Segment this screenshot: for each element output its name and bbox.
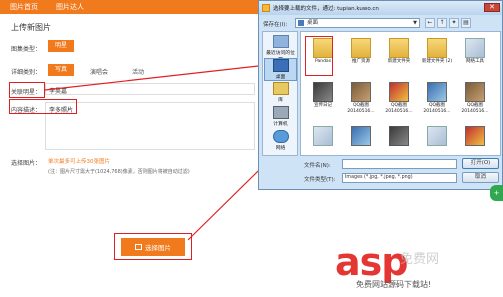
open-button[interactable]: 打开(O) — [462, 158, 499, 169]
highlight-desc — [9, 99, 77, 114]
detail-option-event[interactable]: 活动 — [132, 67, 144, 76]
lookin-label: 保存在(I): — [263, 22, 288, 28]
image-thumbnail — [313, 126, 333, 146]
new-folder-icon[interactable]: ✦ — [449, 18, 459, 28]
page-title: 上传新图片 — [11, 23, 51, 32]
place-computer[interactable]: 计算机 — [264, 106, 297, 127]
desktop-icon — [272, 59, 289, 72]
image-thumbnail — [427, 126, 447, 146]
select-image-button[interactable]: 选择图片 — [121, 238, 185, 256]
close-button[interactable]: ✕ — [484, 3, 500, 12]
file-item-thumb-c[interactable] — [383, 126, 415, 147]
back-icon[interactable]: ← — [425, 18, 435, 28]
watermark-cn: 免费网 — [400, 252, 440, 267]
places-bar: 最近访问的位置 桌面 库 计算机 网络 — [262, 31, 298, 156]
type-label: 图集类型： — [11, 46, 42, 53]
computer-icon — [272, 106, 289, 119]
watermark-logo: asp — [335, 240, 408, 284]
image-thumbnail — [427, 82, 447, 102]
size-note: (注：图片尺寸需大于(1024,768)像素，否则图片将被自动过滤) — [48, 169, 190, 175]
chevron-down-icon: ▼ — [413, 20, 417, 26]
folder-icon — [427, 38, 447, 58]
file-item-diary[interactable]: 宣传日记 — [307, 82, 339, 109]
watermark-tagline: 免费网站源码下载站! — [356, 280, 432, 289]
recent-icon — [272, 35, 289, 48]
file-item-new-folder-2[interactable]: 新建文件夹 (2) — [421, 38, 453, 65]
file-item-qq-shot-2[interactable]: QQ截图 20140516... — [383, 82, 415, 114]
file-item-net-tools[interactable]: 网络工具 — [459, 38, 491, 65]
detail-option-photo[interactable]: 写真 — [48, 64, 74, 76]
image-thumbnail — [313, 82, 333, 102]
upload-limit-hint: 单次最多可上传30张图片 — [48, 159, 110, 165]
file-item-qq-shot-4[interactable]: QQ截图 20140516... — [459, 82, 491, 114]
folder-icon — [351, 38, 371, 58]
file-item-new-folder[interactable]: 新建文件夹 — [383, 38, 415, 65]
filename-input[interactable] — [342, 159, 457, 169]
dialog-title-bar: 选择要上载的文件，通过: tupian.kuwo.cn ✕ — [259, 1, 502, 15]
cancel-button[interactable]: 取消 — [462, 172, 499, 183]
lookin-combo[interactable]: 桌面 ▼ — [295, 18, 420, 28]
side-plus-badge[interactable]: + — [490, 185, 503, 201]
place-library[interactable]: 库 — [264, 82, 297, 103]
image-thumbnail — [465, 82, 485, 102]
star-input[interactable]: 李昊嘉 — [45, 83, 255, 95]
place-network[interactable]: 网络 — [264, 130, 297, 151]
file-item-thumb-b[interactable] — [345, 126, 377, 147]
library-icon — [272, 82, 289, 95]
network-icon — [272, 130, 289, 143]
file-item-thumb-d[interactable] — [421, 126, 453, 147]
nav-item-photo-experts[interactable]: 图片达人 — [56, 2, 84, 12]
image-thumbnail — [389, 126, 409, 146]
image-thumbnail — [465, 126, 485, 146]
file-open-dialog: 选择要上载的文件，通过: tupian.kuwo.cn ✕ 保存在(I): 桌面… — [258, 0, 503, 190]
dialog-title: 选择要上载的文件，通过: tupian.kuwo.cn — [273, 6, 379, 12]
app-icon — [262, 4, 270, 12]
image-thumbnail — [389, 82, 409, 102]
image-thumbnail — [351, 126, 371, 146]
view-menu-icon[interactable]: ▤ — [461, 18, 471, 28]
image-label: 选择图片： — [11, 160, 42, 167]
highlight-star-label — [9, 82, 45, 98]
picture-icon — [135, 244, 142, 250]
filetype-select[interactable]: Images (*.jpg, *.jpeg, *.png) — [342, 173, 457, 183]
desktop-icon — [298, 20, 304, 26]
detail-label: 详细类别： — [11, 69, 42, 76]
type-star-button[interactable]: 明星 — [48, 40, 74, 52]
filename-label: 文件名(N): — [304, 163, 331, 169]
file-item-qq-shot-3[interactable]: QQ截图 20140516... — [421, 82, 453, 114]
file-item-thumb-e[interactable] — [459, 126, 491, 147]
folder-icon — [389, 38, 409, 58]
place-desktop[interactable]: 桌面 — [264, 58, 297, 81]
file-item-qq-shot-1[interactable]: QQ截图 20140516... — [345, 82, 377, 114]
file-item-promo[interactable]: 推广资源 — [345, 38, 377, 65]
file-item-thumb-a[interactable] — [307, 126, 339, 147]
filetype-label: 文件类型(T): — [304, 177, 336, 183]
image-thumbnail — [351, 82, 371, 102]
shortcut-icon — [465, 38, 485, 58]
up-folder-icon[interactable]: ↑ — [437, 18, 447, 28]
file-list: Pandas 推广资源 新建文件夹 新建文件夹 (2) 网络工具 宣传日记 QQ… — [300, 31, 501, 156]
nav-item-photo-home[interactable]: 图片首页 — [10, 2, 38, 12]
highlight-selected-folder — [305, 36, 333, 76]
detail-option-concert[interactable]: 演唱会 — [90, 67, 108, 76]
